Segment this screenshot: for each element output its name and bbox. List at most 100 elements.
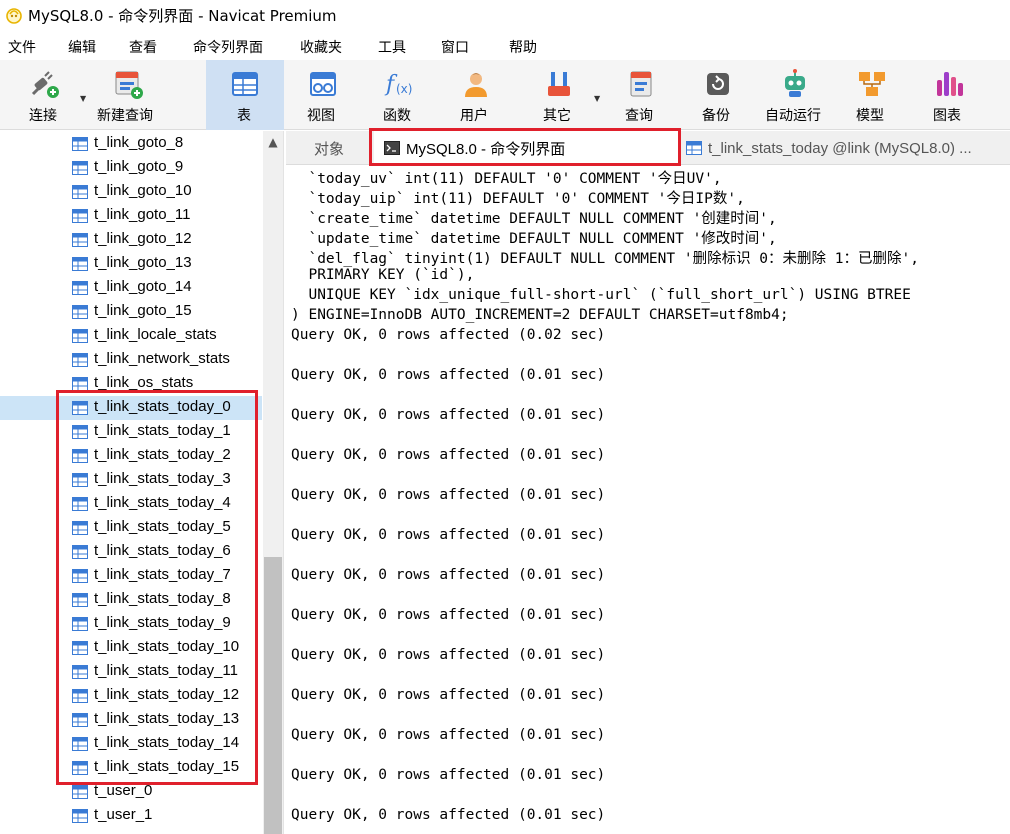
tree-item-table[interactable]: t_link_network_stats xyxy=(0,348,262,372)
new-query-label: 新建查询 xyxy=(97,108,153,124)
tree-item-table[interactable]: t_link_goto_11 xyxy=(0,204,262,228)
chart-button[interactable]: 图表 xyxy=(916,60,982,130)
table-label: 表 xyxy=(237,108,251,124)
menu-bar: 文件 编辑 查看 命令列界面 收藏夹 工具 窗口 帮助 xyxy=(0,30,1010,60)
tree-item-table[interactable]: t_link_goto_12 xyxy=(0,228,262,252)
tree-item-table[interactable]: t_link_os_stats xyxy=(0,372,262,396)
model-label: 模型 xyxy=(856,108,884,124)
user-label: 用户 xyxy=(460,108,488,124)
tree-item-table[interactable]: t_link_stats_today_5 xyxy=(0,516,262,540)
tree-item-table[interactable]: t_link_goto_9 xyxy=(0,156,262,180)
object-tree-panel: t_link_goto_8 t_link_goto_9 t_link_goto_10… xyxy=(0,131,284,834)
console-line: PRIMARY KEY (`id`), xyxy=(291,267,475,283)
table-icon xyxy=(72,641,88,655)
tree-item-label: t_link_stats_today_2 xyxy=(94,446,231,463)
view-button[interactable]: 视图 xyxy=(290,60,356,130)
console-line: `create_time` datetime DEFAULT NULL COMM… xyxy=(291,211,777,227)
connect-button[interactable]: 连接 xyxy=(10,60,80,130)
other-button[interactable]: 其它 xyxy=(526,60,592,130)
tree-item-label: t_link_goto_15 xyxy=(94,302,192,319)
console-line: Query OK, 0 rows affected (0.01 sec) xyxy=(291,567,606,583)
new-query-button[interactable]: 新建查询 xyxy=(92,60,164,130)
menu-file[interactable]: 文件 xyxy=(8,37,36,57)
console-line: Query OK, 0 rows affected (0.01 sec) xyxy=(291,527,606,543)
backup-button[interactable]: 备份 xyxy=(685,60,751,130)
tree-item-table[interactable]: t_link_stats_today_6 xyxy=(0,540,262,564)
console-line: Query OK, 0 rows affected (0.01 sec) xyxy=(291,687,606,703)
table-icon xyxy=(72,305,88,319)
tree-item-label: t_link_goto_8 xyxy=(94,134,184,151)
table-icon xyxy=(72,257,88,271)
plug-connect-icon xyxy=(31,71,59,98)
auto-run-button[interactable]: 自动运行 xyxy=(760,60,830,130)
tree-item-table[interactable]: t_link_stats_today_0 xyxy=(0,396,262,420)
tree-item-label: t_link_goto_13 xyxy=(94,254,192,271)
table-icon xyxy=(72,785,88,799)
tree-item-table[interactable]: t_link_stats_today_9 xyxy=(0,612,262,636)
tree-item-label: t_link_stats_today_11 xyxy=(94,662,238,679)
tree-item-table[interactable]: t_link_goto_8 xyxy=(0,132,262,156)
tree-item-table[interactable]: t_link_goto_14 xyxy=(0,276,262,300)
tree-item-table[interactable]: t_link_stats_today_10 xyxy=(0,636,262,660)
tree-item-label: t_link_stats_today_13 xyxy=(94,710,240,727)
menu-edit[interactable]: 编辑 xyxy=(68,37,96,57)
tree-item-table[interactable]: t_link_goto_10 xyxy=(0,180,262,204)
tree-item-table[interactable]: t_link_stats_today_15 xyxy=(0,756,262,780)
function-button[interactable]: f (x) 函数 xyxy=(366,60,432,130)
tab-table-design[interactable]: t_link_stats_today @link (MySQL8.0) ... xyxy=(686,131,972,165)
other-dropdown-arrow-icon[interactable]: ▼ xyxy=(594,94,600,103)
table-button[interactable]: 表 xyxy=(206,60,284,130)
tree-item-table[interactable]: t_link_stats_today_7 xyxy=(0,564,262,588)
tree-item-table[interactable]: t_link_goto_15 xyxy=(0,300,262,324)
menu-favorites[interactable]: 收藏夹 xyxy=(300,37,342,57)
menu-window[interactable]: 窗口 xyxy=(441,37,469,57)
table-icon xyxy=(72,329,88,343)
backup-icon xyxy=(707,73,729,95)
tree-item-label: t_link_stats_today_3 xyxy=(94,470,231,487)
tree-item-table[interactable]: t_link_stats_today_3 xyxy=(0,468,262,492)
query-button[interactable]: 查询 xyxy=(608,60,674,130)
menu-view[interactable]: 查看 xyxy=(129,37,157,57)
tree-item-table[interactable]: t_link_stats_today_4 xyxy=(0,492,262,516)
tree-item-table[interactable]: t_link_stats_today_12 xyxy=(0,684,262,708)
tree-item-label: t_link_stats_today_5 xyxy=(94,518,231,535)
console-output[interactable]: `today_uv` int(11) DEFAULT '0' COMMENT '… xyxy=(286,165,1010,834)
tab-objects-label: 对象 xyxy=(314,140,345,158)
tree-item-label: t_link_stats_today_9 xyxy=(94,614,231,631)
menu-help[interactable]: 帮助 xyxy=(509,37,537,57)
tree-item-label: t_link_stats_today_15 xyxy=(94,758,240,775)
tree-item-table[interactable]: t_user_1 xyxy=(0,804,262,828)
tree-item-table[interactable]: t_link_stats_today_13 xyxy=(0,708,262,732)
title-bar: MySQL8.0 - 命令列界面 - Navicat Premium xyxy=(0,0,1010,30)
tree-item-table[interactable]: t_link_stats_today_8 xyxy=(0,588,262,612)
tree-item-label: t_link_stats_today_4 xyxy=(94,494,231,511)
console-line: Query OK, 0 rows affected (0.01 sec) xyxy=(291,767,606,783)
chart-label: 图表 xyxy=(933,108,961,124)
tree-item-table[interactable]: t_link_stats_today_1 xyxy=(0,420,262,444)
tree-item-table[interactable]: t_link_stats_today_11 xyxy=(0,660,262,684)
chart-icon xyxy=(937,72,963,96)
tree-item-table[interactable]: t_user_0 xyxy=(0,780,262,804)
model-button[interactable]: 模型 xyxy=(839,60,905,130)
tree-scrollbar-thumb[interactable] xyxy=(264,557,282,834)
connect-dropdown-arrow-icon[interactable]: ▼ xyxy=(80,94,86,103)
scroll-up-arrow-icon[interactable]: ▲ xyxy=(263,131,283,153)
menu-tools[interactable]: 工具 xyxy=(378,37,406,57)
tab-console[interactable]: MySQL8.0 - 命令列界面 xyxy=(374,131,678,165)
user-button[interactable]: 用户 xyxy=(443,60,509,130)
table-icon xyxy=(72,689,88,703)
tree-item-table[interactable]: t_link_locale_stats xyxy=(0,324,262,348)
tab-objects[interactable]: 对象 xyxy=(314,131,344,165)
tree-item-table[interactable]: t_link_goto_13 xyxy=(0,252,262,276)
table-icon xyxy=(72,569,88,583)
tree-item-label: t_link_stats_today_6 xyxy=(94,542,231,559)
user-icon xyxy=(465,73,487,97)
view-icon xyxy=(310,72,336,96)
connect-label: 连接 xyxy=(29,108,57,124)
tab-bar: 对象 MySQL8.0 - 命令列界面 t_link_stats_today @… xyxy=(286,131,1010,165)
function-label: 函数 xyxy=(383,108,411,124)
toolbar: 连接 ▼ 新建查询 表 视图 f (x) 函数 用户 其它 ▼ 查询 备份 自动… xyxy=(0,60,1010,130)
tree-item-table[interactable]: t_link_stats_today_2 xyxy=(0,444,262,468)
tree-item-table[interactable]: t_link_stats_today_14 xyxy=(0,732,262,756)
menu-console[interactable]: 命令列界面 xyxy=(193,37,263,57)
